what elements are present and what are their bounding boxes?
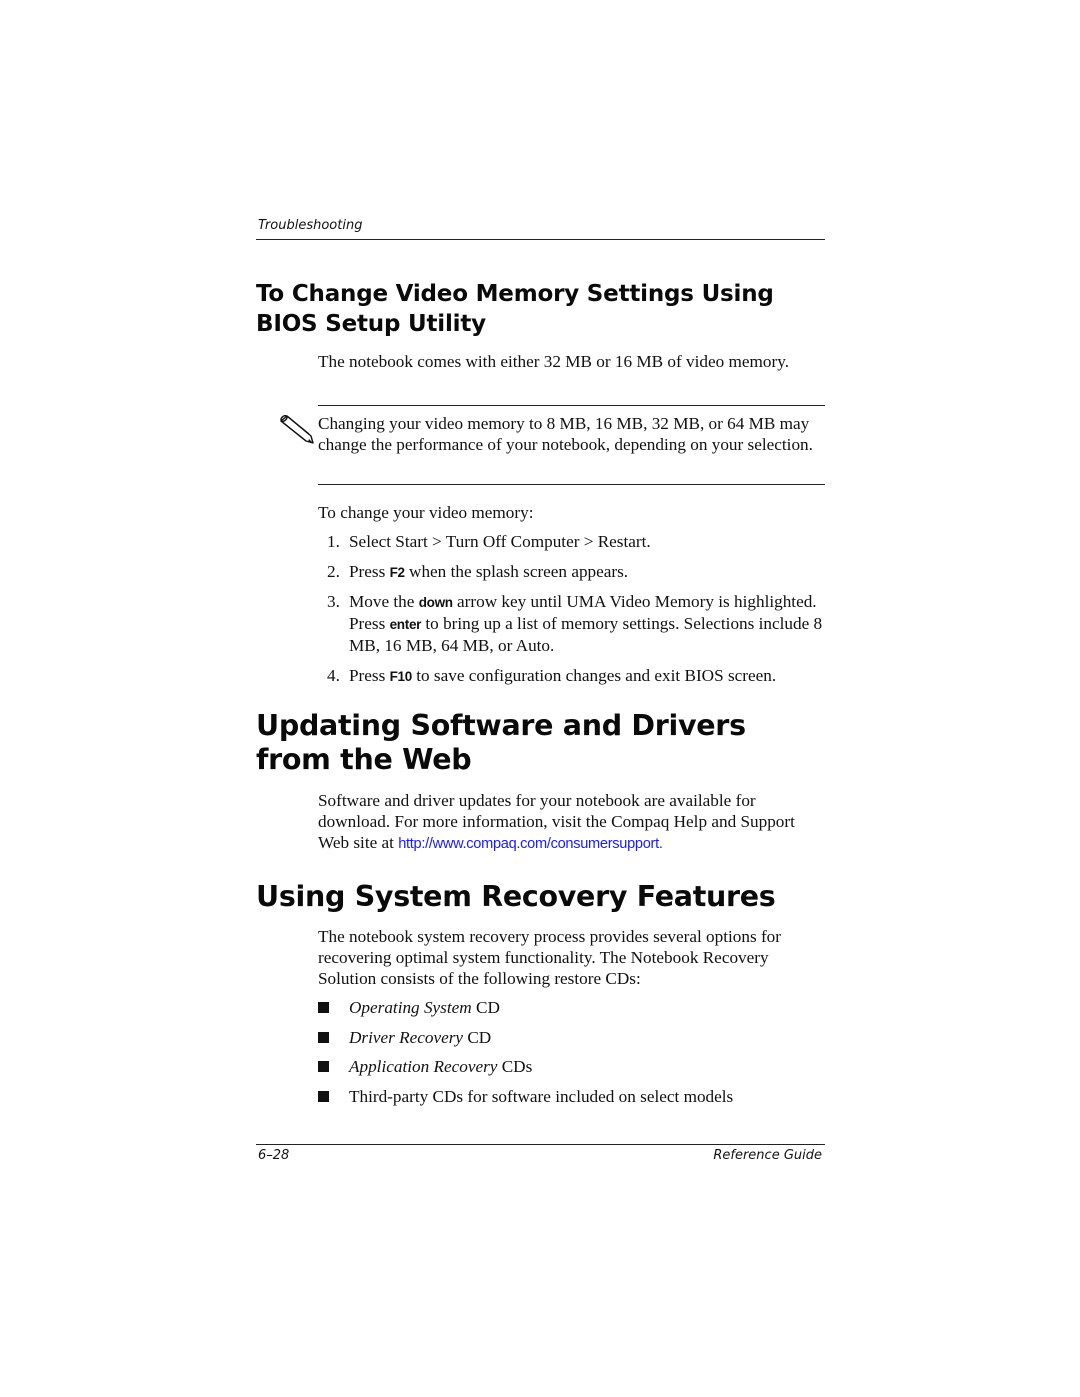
list-item: Operating System CD (318, 997, 833, 1018)
square-bullet-icon (318, 1090, 329, 1102)
section-heading-updating: Updating Software and Drivers from the W… (256, 709, 746, 776)
updating-paragraph: Software and driver updates for your not… (318, 790, 828, 855)
key-label: enter (389, 617, 422, 632)
step-item: 3. Move the down arrow key until UMA Vid… (318, 591, 833, 656)
steps-lead: To change your video memory: (318, 503, 534, 522)
step-number: 1. (327, 532, 340, 551)
steps-list: 1. Select Start > Turn Off Computer > Re… (318, 531, 833, 695)
list-item: Application Recovery CDs (318, 1056, 833, 1077)
cd-suffix: CD (471, 998, 500, 1017)
header-rule (256, 239, 825, 240)
list-item: Third-party CDs for software included on… (318, 1086, 833, 1107)
cd-suffix: Third-party CDs for software included on… (349, 1086, 734, 1106)
video-memory-intro: The notebook comes with either 32 MB or … (318, 352, 789, 371)
key-label: F2 (389, 564, 405, 580)
step-text-pre: Press (349, 665, 390, 685)
list-item: Driver Recovery CD (318, 1027, 833, 1048)
cd-name: Driver Recovery (349, 1027, 464, 1047)
step-item: 4. Press F10 to save configuration chang… (318, 665, 833, 687)
step-text-post: when the splash screen appears. (404, 561, 629, 581)
section-heading-recovery: Using System Recovery Features (256, 880, 776, 913)
note-rule-top (318, 405, 825, 406)
book-title: Reference Guide (713, 1148, 822, 1163)
step-text: Select Start > Turn Off Computer > Resta… (349, 532, 651, 551)
section-heading-video-memory: To Change Video Memory Settings Using BI… (256, 281, 774, 337)
restore-cd-list: Operating System CD Driver Recovery CD A… (318, 997, 833, 1115)
square-bullet-icon (318, 1031, 329, 1043)
step-text-pre: Press (349, 561, 390, 581)
step-text-pre: Move the (349, 592, 419, 611)
note-text: Changing your video memory to 8 MB, 16 M… (318, 414, 813, 454)
document-page: Troubleshooting To Change Video Memory S… (0, 0, 1080, 1397)
support-link[interactable]: http://www.compaq.com/consumersupport. (398, 836, 663, 852)
footer-rule (256, 1144, 825, 1145)
step-item: 1. Select Start > Turn Off Computer > Re… (318, 531, 833, 552)
step-number: 3. (327, 592, 340, 611)
recovery-paragraph: The notebook system recovery process pro… (318, 927, 781, 988)
cd-name: Application Recovery (349, 1057, 498, 1076)
page-number: 6–28 (258, 1148, 290, 1163)
step-text-post: to save configuration changes and exit B… (411, 665, 777, 685)
square-bullet-icon (318, 1061, 329, 1072)
step-number: 2. (327, 561, 340, 581)
cd-name: Operating System (349, 998, 472, 1017)
key-label: F10 (389, 668, 413, 684)
note-rule-bottom (318, 484, 825, 485)
key-label: down (418, 595, 453, 610)
step-item: 2. Press F2 when the splash screen appea… (318, 561, 833, 583)
pencil-note-icon (278, 414, 316, 445)
cd-suffix: CDs (497, 1057, 533, 1076)
square-bullet-icon (318, 1002, 329, 1013)
step-number: 4. (327, 665, 340, 685)
cd-suffix: CD (463, 1027, 492, 1047)
running-head: Troubleshooting (258, 218, 363, 233)
